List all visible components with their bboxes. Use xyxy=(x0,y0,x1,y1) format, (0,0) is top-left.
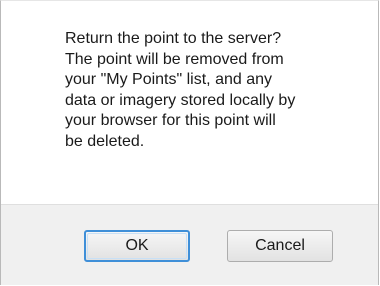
dialog-message: Return the point to the server? The poin… xyxy=(65,30,296,150)
confirm-dialog: Return the point to the server? The poin… xyxy=(0,0,379,285)
cancel-button-label: Cancel xyxy=(255,237,305,254)
dialog-message-area: Return the point to the server? The poin… xyxy=(1,1,378,204)
dialog-button-bar: OK Cancel xyxy=(1,205,378,285)
ok-button[interactable]: OK xyxy=(84,230,190,262)
ok-button-label: OK xyxy=(125,237,149,254)
cancel-button[interactable]: Cancel xyxy=(227,230,333,262)
